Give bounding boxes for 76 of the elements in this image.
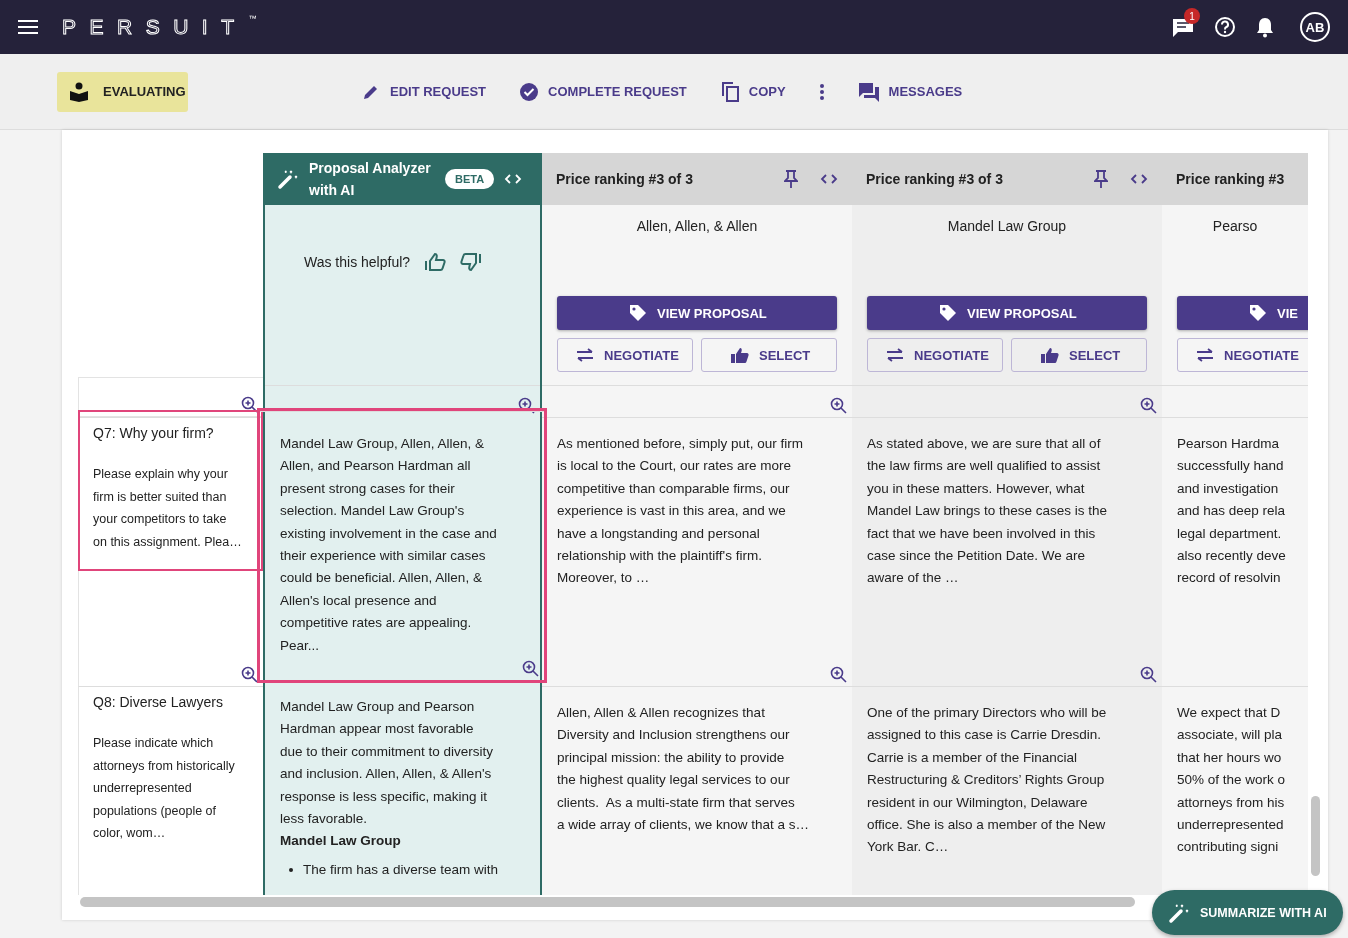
user-avatar[interactable]: AB <box>1300 12 1330 42</box>
ai-column-title: Proposal Analyzer with AI <box>309 159 431 200</box>
price-ranking-title: Price ranking #3 of 3 <box>556 171 693 187</box>
select-button[interactable]: SELECT <box>701 338 837 372</box>
ai-summary-text: Mandel Law Group, Allen, Allen, & Allen, and Pearson Hardman all present strong cases for their selection. Mandel Law Group's existing involvement in the case and their experience with similar cases could be beneficial. Allen, Allen, & Allen's local presence and competitive rates are appealing. Pear... <box>280 435 498 655</box>
negotiate-button[interactable]: NEGOTIATE <box>867 338 1003 372</box>
select-button[interactable]: SELECT <box>1011 338 1147 372</box>
view-proposal-button[interactable]: VIE <box>1177 296 1308 330</box>
magic-wand-icon <box>277 168 299 190</box>
chevrons-icon[interactable] <box>820 173 838 185</box>
swap-arrows-icon <box>1196 348 1214 362</box>
question-card[interactable]: Q7: Why your firm? Please explain why your firm is better suited than your competitors to take on this assignment. Plea… <box>78 410 263 571</box>
thumbs-up-icon <box>1041 347 1059 363</box>
price-ranking-title: Price ranking #3 <box>1176 171 1285 187</box>
more-vertical-icon[interactable] <box>818 82 825 101</box>
bell-icon[interactable] <box>1256 16 1274 38</box>
zoom-in-icon[interactable] <box>522 660 540 678</box>
horizontal-scrollbar[interactable] <box>80 897 1135 907</box>
proposal-answer: Allen, Allen & Allen recognizes that Diversity and Inclusion strengthens our principal mission: the ability to provide the highest quality legal services to our clients. As a multi-state firm that serves a wide array of clients, we know that a s… <box>557 704 811 835</box>
summarize-button[interactable]: SUMMARIZE WITH AI <box>1152 890 1343 935</box>
edit-action-button[interactable]: EDIT REQUEST <box>361 81 487 102</box>
chat-bubbles-icon <box>857 81 880 102</box>
ai-summary-text: Mandel Law Group and Pearson Hardman appear most favorable due to their commitment to diversity and inclusion. Allen, Allen, & Allen's response is less specific, making it less favorable. <box>280 698 495 829</box>
trademark-mark: ™ <box>248 14 257 23</box>
negotiate-button[interactable]: NEGOTIATE <box>557 338 693 372</box>
vendor-name: Mandel Law Group <box>946 217 1068 236</box>
menu-icon[interactable] <box>18 20 38 34</box>
negotiate-button[interactable]: NEGOTIATE <box>1177 338 1308 372</box>
question-title: Q7: Why your firm? <box>93 424 215 443</box>
vendor-name: Allen, Allen, & Allen <box>635 217 759 236</box>
copy-icon <box>719 80 740 103</box>
messages-action-button[interactable]: MESSAGES <box>857 81 963 102</box>
zoom-in-icon[interactable] <box>830 666 848 684</box>
thumbs-up-icon[interactable] <box>424 252 447 272</box>
reading-person-icon <box>69 81 89 102</box>
zoom-in-icon[interactable] <box>1140 397 1158 415</box>
notification-badge: 1 <box>1184 8 1200 24</box>
complete-action-button[interactable]: COMPLETE REQUEST <box>519 81 687 102</box>
chevrons-icon[interactable] <box>1130 173 1148 185</box>
proposal-answer: Pearson Hardma successfully hand and investigation and has deep rela legal department. also recently deve record of resolvin <box>1177 435 1287 588</box>
check-circle-icon <box>519 81 540 102</box>
feedback-prompt: Was this helpful? <box>304 254 411 270</box>
zoom-in-icon[interactable] <box>518 397 536 415</box>
question-description: Please explain why your firm is better suited than your competitors to take on this assignment. Plea… <box>93 466 243 551</box>
tag-icon <box>629 304 647 322</box>
vendor-name: Pearso <box>1211 217 1259 236</box>
question-title: Q8: Diverse Lawyers <box>93 693 224 712</box>
bullet-icon <box>289 868 293 873</box>
ai-summary-heading: Mandel Law Group <box>280 832 402 851</box>
proposal-answer: We expect that D associate, will pla that her hours wo 50% of the work o attorneys from his underrepresented contributing signi <box>1177 704 1287 857</box>
question-description: Please indicate which attorneys from historically underrepresented populations (people of color, wom… <box>93 735 236 842</box>
swap-arrows-icon <box>576 348 594 362</box>
thumbs-up-icon <box>731 347 749 363</box>
zoom-in-icon[interactable] <box>830 397 848 415</box>
proposal-answer: As mentioned before, simply put, our firm is local to the Court, our rates are more competitive than comparable firms, our experience is vast in this area, and we have a longstanding and personal relationship with the plaintiff's firm. Moreover, to … <box>557 435 805 588</box>
status-label: EVALUATING <box>103 84 186 99</box>
swap-arrows-icon <box>886 348 904 362</box>
question-card[interactable]: Q8: Diverse Lawyers Please indicate which attorneys from historically underrepresented populations (people of color, wom… <box>78 679 263 863</box>
tag-icon <box>939 304 957 322</box>
copy-action-button[interactable]: COPY <box>719 80 786 103</box>
price-ranking-title: Price ranking #3 of 3 <box>866 171 1003 187</box>
view-proposal-button[interactable]: VIEW PROPOSAL <box>557 296 837 330</box>
pin-icon[interactable] <box>784 170 798 188</box>
pin-icon[interactable] <box>1094 170 1108 188</box>
help-icon[interactable] <box>1214 16 1236 38</box>
zoom-in-icon[interactable] <box>241 666 259 684</box>
proposal-answer: As stated above, we are sure that all of the law firms are well qualified to assist you in these matters. However, what Mandel Law brings to these cases is the fact that we have been involved in this case since the Petition Date. We are aware of the … <box>867 435 1109 588</box>
zoom-in-icon[interactable] <box>1140 666 1158 684</box>
bullet-text: The firm has a diverse team with <box>303 860 499 879</box>
view-proposal-button[interactable]: VIEW PROPOSAL <box>867 296 1147 330</box>
thumbs-down-icon[interactable] <box>460 252 483 272</box>
tag-icon <box>1249 304 1267 322</box>
vertical-scrollbar[interactable] <box>1311 796 1320 876</box>
logo: PERSUIT <box>62 15 248 39</box>
proposal-answer: One of the primary Directors who will be assigned to this case is Carrie Dresdin. Carrie is a member of the Financial Restructuring & Creditors’ Rights Group resident in our Wilmington, Delaware office. She is also a member of the New York Bar. C… <box>867 704 1108 857</box>
beta-badge: BETA <box>445 169 495 189</box>
